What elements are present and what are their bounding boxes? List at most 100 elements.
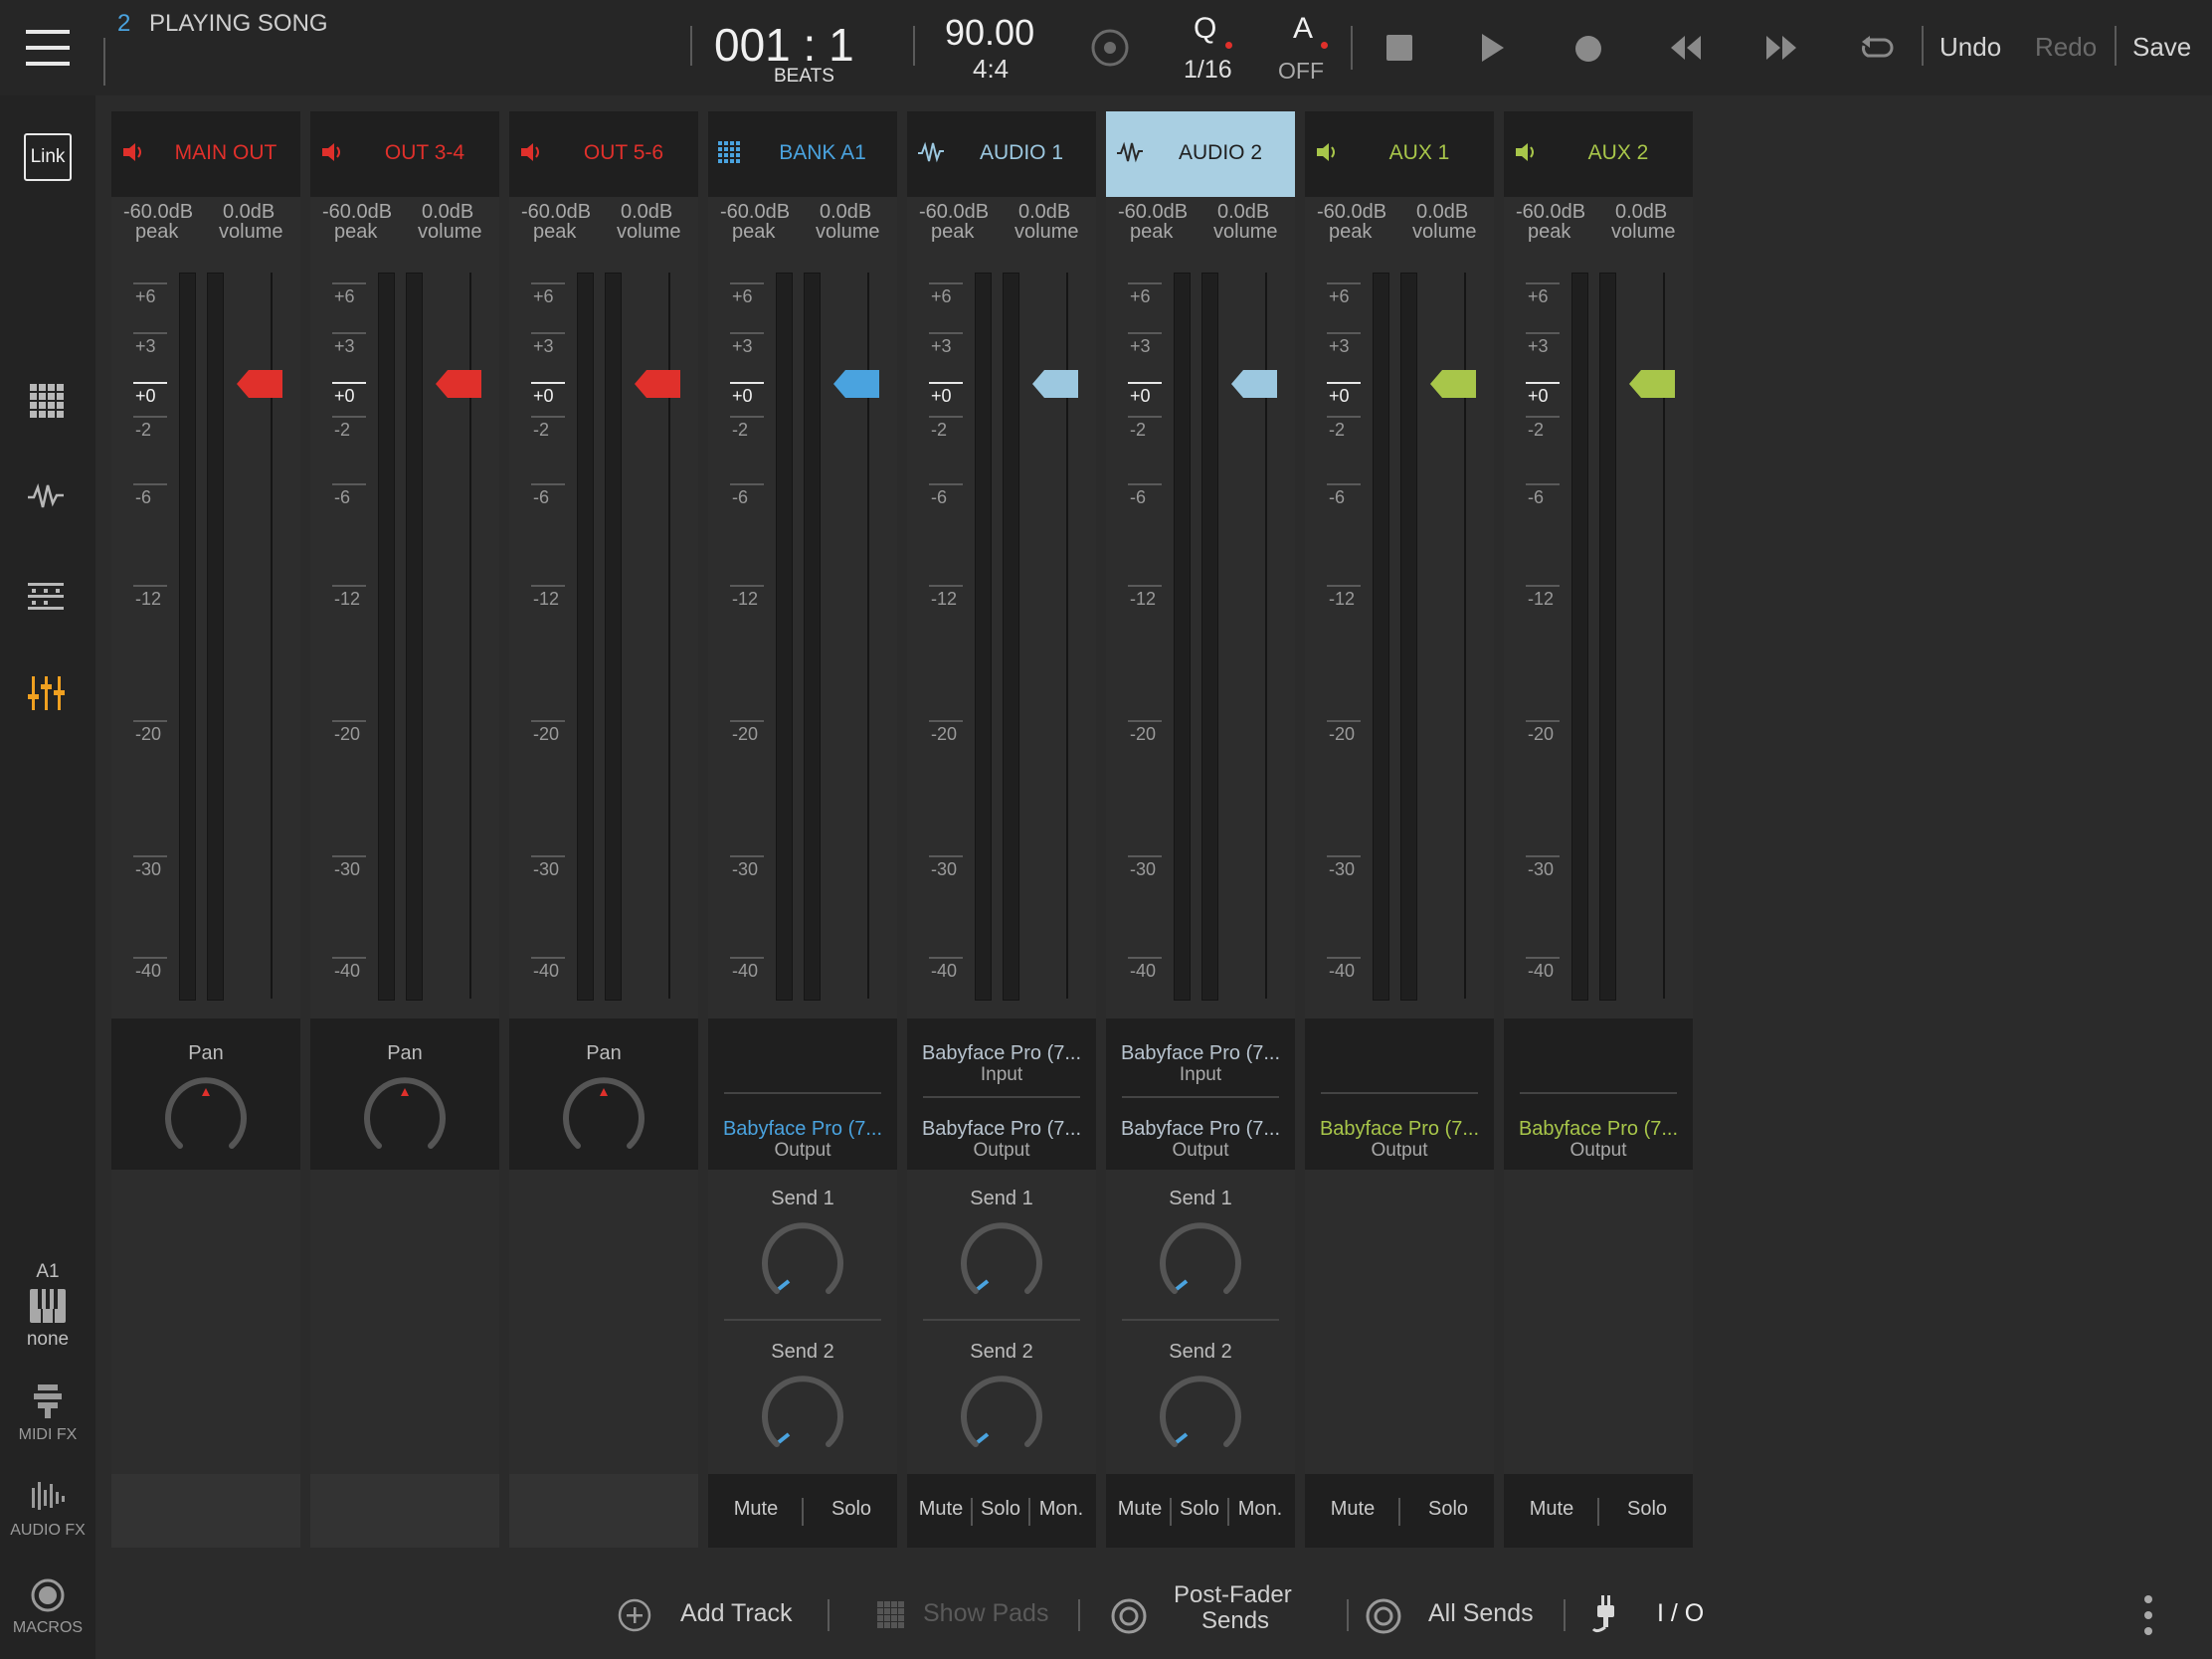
volume-fader-handle[interactable] — [635, 368, 682, 400]
monitor-button[interactable]: Mon. — [1231, 1498, 1289, 1521]
post-fader-line2[interactable]: Sends — [1201, 1607, 1269, 1635]
fader-section[interactable]: +6 +3 +0 -2 -6 -12 -20 -30 -40 — [509, 253, 698, 1018]
add-track-icon[interactable] — [617, 1597, 652, 1633]
send-2-knob[interactable] — [1155, 1369, 1246, 1460]
monitor-button[interactable]: Mon. — [1032, 1498, 1090, 1521]
show-pads-button[interactable]: Show Pads — [923, 1599, 1048, 1628]
level-meter-right — [1003, 273, 1019, 1001]
volume-fader-handle[interactable] — [1629, 368, 1677, 400]
post-fader-icon[interactable] — [1110, 1597, 1148, 1635]
output-label: Output — [1172, 1140, 1229, 1161]
send-1-knob[interactable] — [956, 1215, 1047, 1307]
send-1-knob[interactable] — [1155, 1215, 1246, 1307]
solo-button[interactable]: Solo — [1410, 1498, 1486, 1521]
io-divider — [923, 1096, 1080, 1098]
db-tick-label: +0 — [732, 386, 753, 406]
volume-fader-handle[interactable] — [1032, 368, 1080, 400]
output-device[interactable]: Babyface Pro (7... — [907, 1118, 1096, 1141]
mute-button[interactable]: Mute — [913, 1498, 969, 1521]
fader-section[interactable]: +6 +3 +0 -2 -6 -12 -20 -30 -40 — [310, 253, 499, 1018]
sends-section — [1504, 1170, 1693, 1474]
db-tick-label: +6 — [732, 286, 753, 306]
send-1-knob[interactable] — [757, 1215, 848, 1307]
output-device[interactable]: Babyface Pro (7... — [1106, 1118, 1295, 1141]
solo-button[interactable]: Solo — [1609, 1498, 1685, 1521]
fader-section[interactable]: +6 +3 +0 -2 -6 -12 -20 -30 -40 — [708, 253, 897, 1018]
channel-header[interactable]: AUX 2 — [1504, 111, 1693, 197]
volume-fader-handle[interactable] — [436, 368, 483, 400]
add-track-button[interactable]: Add Track — [680, 1599, 793, 1628]
all-sends-button[interactable]: All Sends — [1428, 1599, 1534, 1628]
show-pads-icon[interactable] — [877, 1601, 905, 1629]
post-fader-line1[interactable]: Post-Fader — [1174, 1581, 1292, 1609]
pan-knob[interactable] — [359, 1070, 451, 1162]
channel-header[interactable]: OUT 3-4 — [310, 111, 499, 197]
fader-section[interactable]: +6 +3 +0 -2 -6 -12 -20 -30 -40 — [1504, 253, 1693, 1018]
mute-button[interactable]: Mute — [718, 1498, 794, 1521]
db-tick-label: -12 — [1130, 589, 1157, 609]
db-tick-label: -30 — [1528, 859, 1555, 879]
db-tick-label: -6 — [931, 487, 948, 507]
channel-levels: -60.0dB peak 0.0dB volume — [907, 197, 1096, 253]
channel-name: MAIN OUT — [174, 141, 277, 164]
fader-section[interactable]: +6 +3 +0 -2 -6 -12 -20 -30 -40 — [1305, 253, 1494, 1018]
db-tick-label: +3 — [334, 336, 355, 356]
db-tick-label: +6 — [334, 286, 355, 306]
level-meter-left — [1174, 273, 1191, 1001]
mute-button[interactable]: Mute — [1112, 1498, 1168, 1521]
volume-fader-handle[interactable] — [237, 368, 284, 400]
channel-header[interactable]: BANK A1 — [708, 111, 897, 197]
level-meter-left — [1373, 273, 1389, 1001]
fader-section[interactable]: +6 +3 +0 -2 -6 -12 -20 -30 -40 — [111, 253, 300, 1018]
sends-section — [509, 1170, 698, 1474]
output-device[interactable]: Babyface Pro (7... — [708, 1118, 897, 1141]
pan-knob[interactable] — [558, 1070, 649, 1162]
db-tick-label: -40 — [334, 961, 361, 981]
io-plug-icon[interactable] — [1591, 1595, 1619, 1635]
channel-header[interactable]: AUX 1 — [1305, 111, 1494, 197]
send-2-knob[interactable] — [757, 1369, 848, 1460]
mute-button[interactable]: Mute — [1514, 1498, 1589, 1521]
output-device[interactable]: Babyface Pro (7... — [1504, 1118, 1693, 1141]
level-meter-right — [207, 273, 224, 1001]
solo-button[interactable]: Solo — [975, 1498, 1026, 1521]
channel-header[interactable]: AUDIO 2 — [1106, 111, 1295, 197]
channel-levels: -60.0dB peak 0.0dB volume — [708, 197, 897, 253]
db-tick-label: +3 — [1130, 336, 1151, 356]
channel-buttons: Mute Solo Mon. — [907, 1474, 1096, 1548]
solo-button[interactable]: Solo — [1174, 1498, 1225, 1521]
level-meter-left — [577, 273, 594, 1001]
db-tick-label: +6 — [1528, 286, 1549, 306]
channel-header[interactable]: OUT 5-6 — [509, 111, 698, 197]
volume-fader-handle[interactable] — [1430, 368, 1478, 400]
io-button[interactable]: I / O — [1657, 1599, 1704, 1628]
mute-button[interactable]: Mute — [1315, 1498, 1390, 1521]
pan-knob[interactable] — [160, 1070, 252, 1162]
channel-header[interactable]: AUDIO 1 — [907, 111, 1096, 197]
all-sends-icon[interactable] — [1365, 1597, 1402, 1635]
channel-io-section: Pan — [310, 1018, 499, 1170]
more-options-icon[interactable] — [2142, 1593, 2154, 1637]
send-2-label: Send 2 — [970, 1341, 1033, 1363]
send-2-knob[interactable] — [956, 1369, 1047, 1460]
volume-label: volume — [219, 221, 283, 243]
db-tick-label: +6 — [931, 286, 952, 306]
solo-button[interactable]: Solo — [814, 1498, 889, 1521]
fader-section[interactable]: +6 +3 +0 -2 -6 -12 -20 -30 -40 — [1106, 253, 1295, 1018]
channel-io-section: Pan — [509, 1018, 698, 1170]
output-device[interactable]: Babyface Pro (7... — [1305, 1118, 1494, 1141]
db-tick-label: -2 — [931, 420, 948, 440]
io-divider — [1321, 1092, 1478, 1094]
volume-fader-handle[interactable] — [833, 368, 881, 400]
channel-io-section: Babyface Pro (7... Output — [1504, 1018, 1693, 1170]
db-tick-label: -20 — [732, 724, 759, 744]
db-tick-label: -2 — [1130, 420, 1147, 440]
volume-fader-handle[interactable] — [1231, 368, 1279, 400]
fader-section[interactable]: +6 +3 +0 -2 -6 -12 -20 -30 -40 — [907, 253, 1096, 1018]
peak-value: -60.0dB — [1516, 201, 1586, 223]
db-tick-label: -2 — [334, 420, 351, 440]
input-device[interactable]: Babyface Pro (7... — [1106, 1042, 1295, 1065]
db-tick-label: +3 — [931, 336, 952, 356]
input-device[interactable]: Babyface Pro (7... — [907, 1042, 1096, 1065]
channel-header[interactable]: MAIN OUT — [111, 111, 300, 197]
